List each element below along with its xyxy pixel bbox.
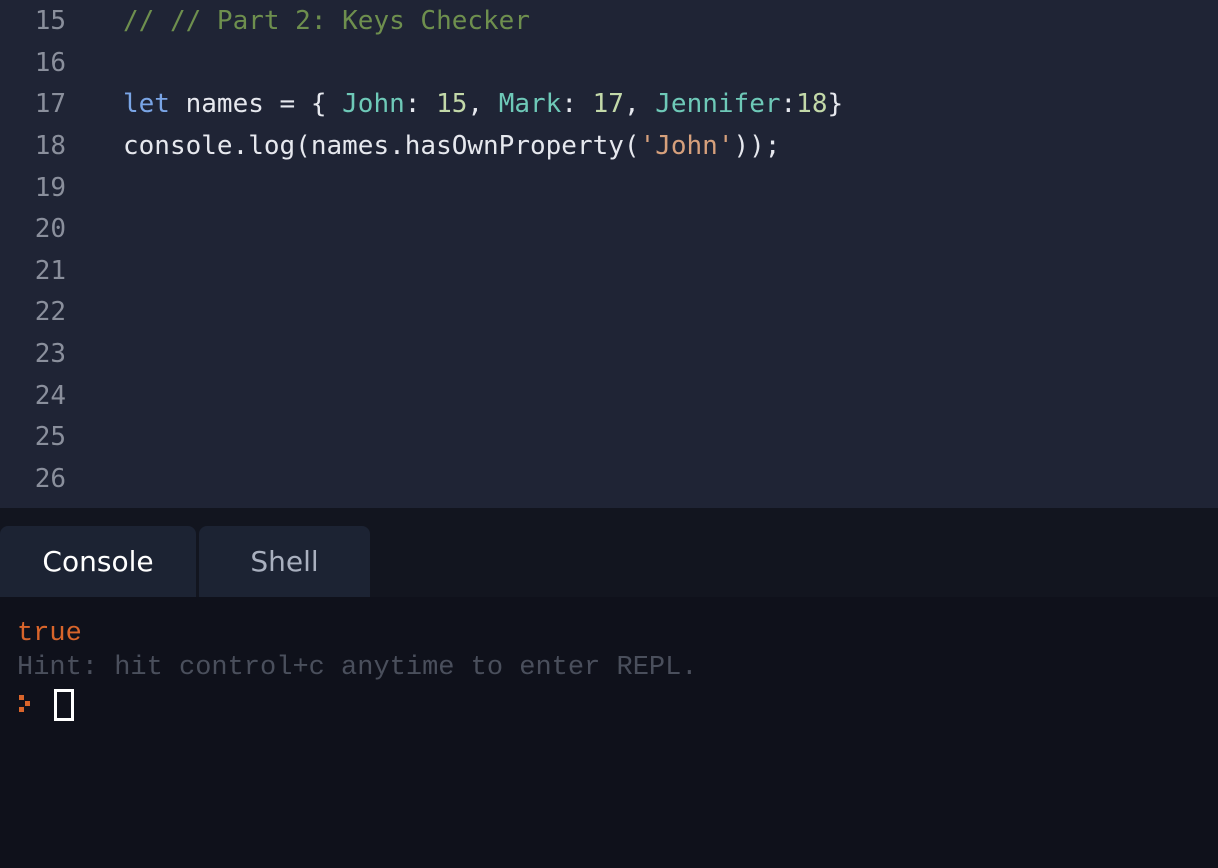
line-number: 24 [34,380,66,411]
code-line[interactable]: 24 [0,375,1218,417]
code-token-number: 17 [592,89,624,120]
code-line[interactable]: 23 [0,333,1218,375]
tab-console[interactable]: Console [0,526,196,597]
code-token-string: 'John' [639,131,734,162]
line-number: 26 [34,463,66,494]
line-code: console.log(names.hasOwnProperty('John')… [123,131,780,161]
line-number: 25 [34,422,66,453]
code-token-number: 15 [436,89,468,120]
line-number: 22 [34,297,66,328]
code-token-plain: console.log(names.hasOwnProperty( [123,131,640,162]
chevron-prompt-icon [19,695,30,712]
line-number: 16 [34,47,66,78]
tab-shell[interactable]: Shell [199,526,370,597]
code-token-plain: : [561,89,593,120]
line-number: 23 [34,339,66,370]
code-line[interactable]: 18 console.log(names.hasOwnProperty('John… [0,125,1218,167]
console-prompt-row[interactable] [17,689,617,723]
code-line[interactable]: 17 let names = { John: 15, Mark: 17, Jenn… [0,84,1218,126]
console-panel[interactable]: true Hint: hit control+c anytime to ente… [0,597,1218,868]
code-token-prop: John [342,89,405,120]
code-token-keyword: let [123,89,170,120]
console-hint-text: Hint: hit control+c anytime to enter REP… [17,653,698,683]
panel-tab-bar: Console Shell [0,508,1218,597]
line-number: 17 [34,89,66,120]
code-line[interactable]: 22 [0,292,1218,334]
line-number: 21 [34,255,66,286]
code-token-plain: , [623,89,656,120]
code-token-comment: // // Part 2: Keys Checker [123,6,530,37]
line-code: // // Part 2: Keys Checker [123,6,530,36]
code-token-plain: )); [733,131,781,162]
code-line[interactable]: 21 [0,250,1218,292]
code-token-plain: } [827,89,844,120]
line-number: 15 [34,6,66,37]
line-number: 19 [34,172,66,203]
code-line[interactable]: 20 [0,209,1218,251]
line-number: 20 [34,214,66,245]
line-number: 18 [34,131,66,162]
code-token-plain: : [780,89,797,120]
code-token-prop: Jennifer [655,89,781,120]
code-token-prop: Mark [498,89,562,120]
code-line[interactable]: 26 [0,458,1218,500]
code-token-number: 18 [796,89,828,120]
console-output-line: true [17,619,82,649]
code-line[interactable]: 25 [0,417,1218,459]
code-token-plain: , [467,89,499,120]
code-line[interactable]: 19 [0,167,1218,209]
code-editor[interactable]: 15// // Part 2: Keys Checker 16 17 let name… [0,0,1218,508]
code-token-plain: : [404,89,437,120]
code-line[interactable]: 16 [0,42,1218,84]
input-cursor[interactable] [54,689,74,721]
code-token-plain: names = { [169,89,343,120]
code-line[interactable]: 15 // // Part 2: Keys Checker [0,1,1218,43]
line-code: let names = { John: 15, Mark: 17, Jennif… [123,89,843,119]
